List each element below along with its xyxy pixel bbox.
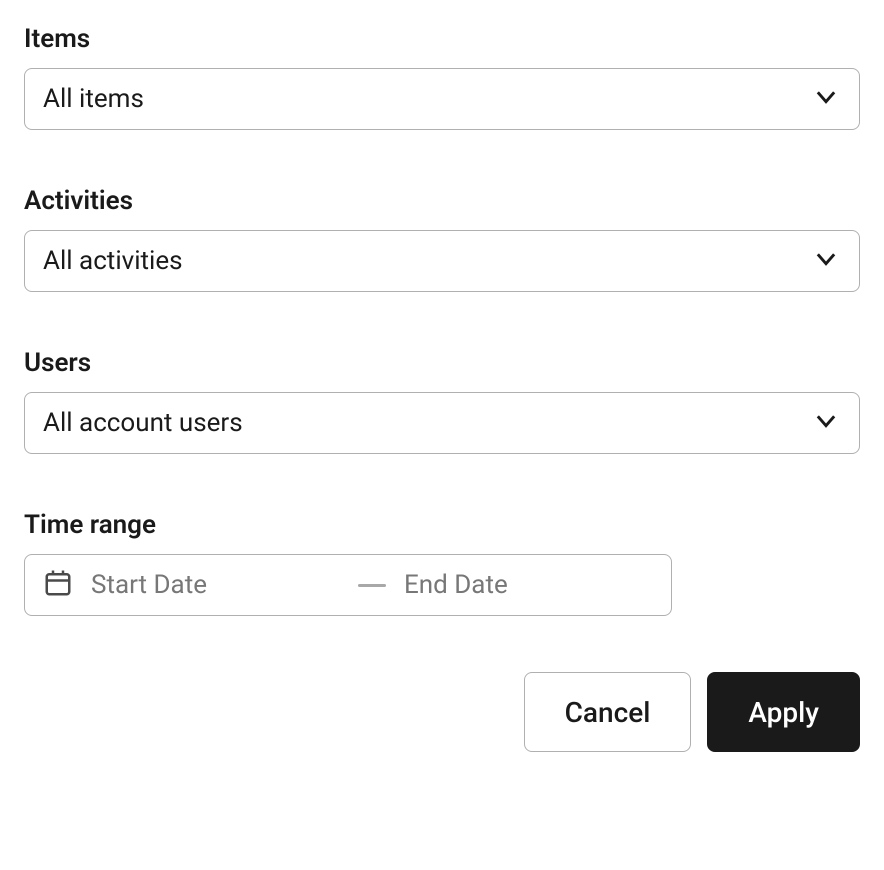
items-select-value: All items	[43, 84, 144, 114]
users-select-value: All account users	[43, 408, 243, 438]
timerange-field-group: Time range	[24, 510, 860, 616]
cancel-button[interactable]: Cancel	[524, 672, 692, 752]
items-field-group: Items All items	[24, 24, 860, 130]
users-select[interactable]: All account users	[24, 392, 860, 454]
activities-select-wrapper: All activities	[24, 230, 860, 292]
activities-field-group: Activities All activities	[24, 186, 860, 292]
date-range-separator	[358, 584, 386, 587]
end-date-input[interactable]	[404, 570, 653, 600]
timerange-label: Time range	[24, 510, 860, 540]
start-date-input[interactable]	[91, 570, 340, 600]
users-field-group: Users All account users	[24, 348, 860, 454]
activities-select[interactable]: All activities	[24, 230, 860, 292]
activities-label: Activities	[24, 186, 860, 216]
users-select-wrapper: All account users	[24, 392, 860, 454]
items-label: Items	[24, 24, 860, 54]
apply-button[interactable]: Apply	[707, 672, 860, 752]
button-row: Cancel Apply	[24, 672, 860, 752]
activities-select-value: All activities	[43, 246, 183, 276]
items-select-wrapper: All items	[24, 68, 860, 130]
items-select[interactable]: All items	[24, 68, 860, 130]
date-range-picker[interactable]	[24, 554, 672, 616]
calendar-icon	[43, 568, 73, 602]
users-label: Users	[24, 348, 860, 378]
